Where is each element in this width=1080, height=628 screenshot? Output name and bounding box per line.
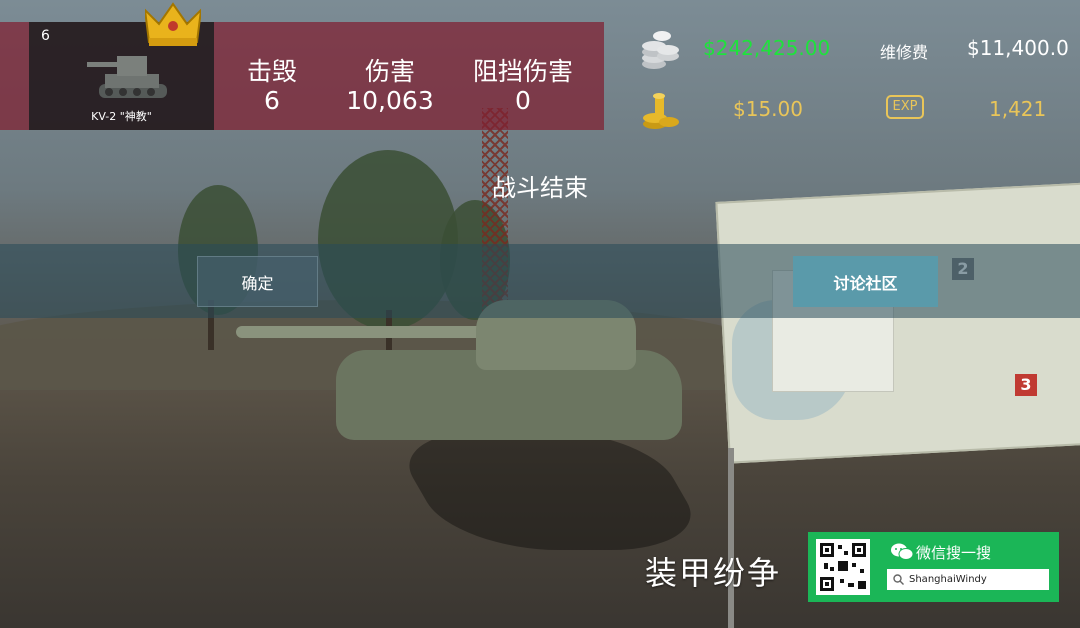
forum-button[interactable]: 讨论社区	[793, 256, 938, 307]
kills-value: 6	[264, 86, 280, 115]
sign-post	[728, 448, 734, 628]
wechat-search-title: 微信搜一搜	[916, 544, 992, 562]
damage-header: 伤害	[364, 57, 415, 86]
confirm-button[interactable]: 确定	[197, 256, 318, 307]
search-icon	[893, 574, 904, 585]
qr-code-icon	[816, 539, 870, 595]
blocked-damage-header: 阻挡伤害	[472, 57, 573, 86]
tank-gun	[236, 326, 486, 338]
map-number-3: 3	[1015, 374, 1037, 396]
exp-value: 1,421	[989, 97, 1047, 121]
blocked-damage-value: 0	[515, 86, 531, 115]
brand-title: 装甲纷争	[645, 554, 782, 592]
wechat-search-box: ShanghaiWindy	[887, 569, 1049, 590]
damage-value: 10,063	[346, 86, 434, 115]
tank-tier: 6	[41, 28, 50, 44]
tank-name: KV-2 "神教"	[91, 110, 152, 123]
wechat-icon	[891, 543, 913, 560]
gold-earned: $15.00	[733, 97, 803, 121]
battle-over-title: 战斗结束	[492, 174, 588, 202]
tank-icon	[87, 56, 167, 98]
exp-badge-icon: EXP	[886, 95, 924, 119]
kills-header: 击毁	[246, 57, 297, 86]
vip-crown-icon	[145, 2, 201, 46]
credits-earned: $242,425.00	[703, 36, 831, 60]
repair-cost-value: $11,400.0	[967, 36, 1069, 60]
wechat-search-banner: 微信搜一搜 ShanghaiWindy	[808, 532, 1059, 602]
gold-coins-icon	[643, 93, 679, 129]
repair-cost-label: 维修费	[880, 43, 929, 62]
wechat-search-text: ShanghaiWindy	[909, 574, 987, 585]
silver-coins-icon	[642, 31, 679, 69]
